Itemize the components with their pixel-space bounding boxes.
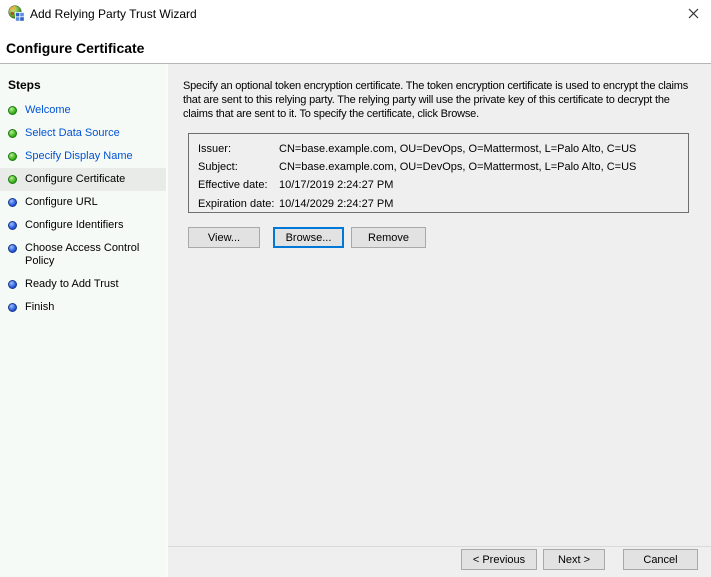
steps-sidebar: Steps Welcome Select Data Source Specify…: [0, 64, 166, 577]
cert-row-issuer: Issuer: CN=base.example.com, OU=DevOps, …: [198, 140, 679, 158]
cert-value: 10/14/2029 2:24:27 PM: [279, 195, 679, 213]
green-dot-icon: [8, 152, 17, 161]
window-titlebar: Add Relying Party Trust Wizard: [0, 0, 711, 28]
sidebar-item-select-data-source[interactable]: Select Data Source: [0, 122, 166, 145]
cert-row-expiration-date: Expiration date: 10/14/2029 2:24:27 PM: [198, 195, 679, 213]
step-label: Specify Display Name: [25, 150, 133, 163]
step-label: Welcome: [25, 104, 71, 117]
sidebar-item-choose-access-control-policy: Choose Access Control Policy: [0, 237, 166, 273]
close-icon: [688, 7, 699, 22]
remove-button[interactable]: Remove: [351, 227, 426, 248]
step-label: Ready to Add Trust: [25, 278, 119, 291]
sidebar-item-configure-url: Configure URL: [0, 191, 166, 214]
instructions-text: Specify an optional token encryption cer…: [183, 79, 700, 121]
sidebar-item-welcome[interactable]: Welcome: [0, 99, 166, 122]
blue-dot-icon: [8, 221, 17, 230]
previous-button[interactable]: < Previous: [461, 549, 537, 570]
cert-value: CN=base.example.com, OU=DevOps, O=Matter…: [279, 140, 679, 158]
cert-row-effective-date: Effective date: 10/17/2019 2:24:27 PM: [198, 176, 679, 194]
step-label: Configure Certificate: [25, 173, 125, 186]
blue-dot-icon: [8, 198, 17, 207]
blue-dot-icon: [8, 303, 17, 312]
cert-label: Effective date:: [198, 176, 279, 194]
sidebar-item-ready-to-add-trust: Ready to Add Trust: [0, 273, 166, 296]
steps-heading: Steps: [0, 64, 166, 99]
step-label: Configure URL: [25, 196, 98, 209]
cancel-button[interactable]: Cancel: [623, 549, 698, 570]
window-title: Add Relying Party Trust Wizard: [30, 7, 197, 21]
steps-list: Welcome Select Data Source Specify Displ…: [0, 99, 166, 319]
green-dot-icon: [8, 129, 17, 138]
step-label: Select Data Source: [25, 127, 120, 140]
green-dot-icon: [8, 106, 17, 115]
view-button[interactable]: View...: [188, 227, 260, 248]
step-label: Configure Identifiers: [25, 219, 123, 232]
blue-dot-icon: [8, 244, 17, 253]
step-label: Choose Access Control Policy: [25, 242, 162, 268]
sidebar-item-configure-identifiers: Configure Identifiers: [0, 214, 166, 237]
green-dot-icon: [8, 175, 17, 184]
sidebar-item-finish: Finish: [0, 296, 166, 319]
cert-value: 10/17/2019 2:24:27 PM: [279, 176, 679, 194]
main-content: Specify an optional token encryption cer…: [168, 64, 711, 577]
cert-value: CN=base.example.com, OU=DevOps, O=Matter…: [279, 158, 679, 176]
sidebar-item-configure-certificate: Configure Certificate: [0, 168, 166, 191]
page-title: Configure Certificate: [6, 40, 144, 56]
footer-bar: < Previous Next > Cancel: [168, 546, 711, 577]
step-label: Finish: [25, 301, 54, 314]
sidebar-item-specify-display-name[interactable]: Specify Display Name: [0, 145, 166, 168]
cert-label: Issuer:: [198, 140, 279, 158]
cert-label: Expiration date:: [198, 195, 279, 213]
cert-label: Subject:: [198, 158, 279, 176]
cert-row-subject: Subject: CN=base.example.com, OU=DevOps,…: [198, 158, 679, 176]
certificate-panel: Issuer: CN=base.example.com, OU=DevOps, …: [188, 133, 689, 213]
next-button[interactable]: Next >: [543, 549, 605, 570]
adfs-wizard-app-icon: [8, 5, 25, 22]
browse-button[interactable]: Browse...: [273, 227, 344, 248]
close-button[interactable]: [683, 4, 703, 24]
blue-dot-icon: [8, 280, 17, 289]
